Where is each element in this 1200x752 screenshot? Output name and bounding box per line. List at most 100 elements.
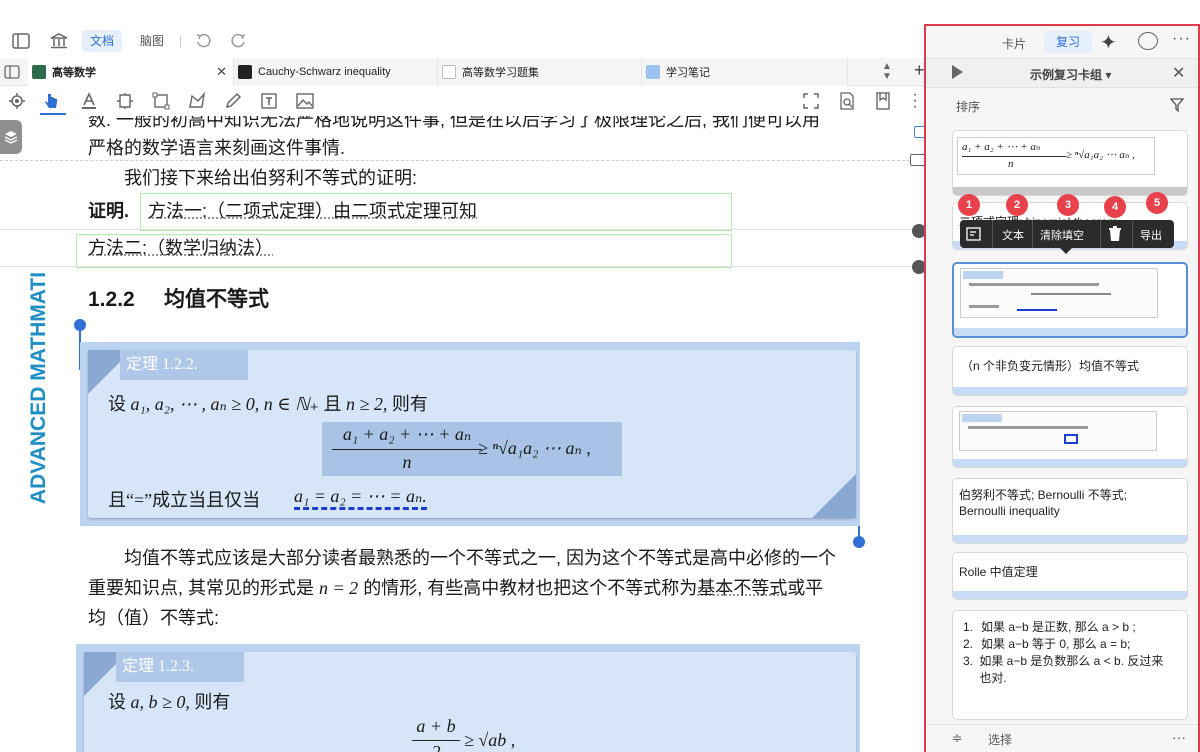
proof-label: 证明. (88, 201, 130, 221)
cloze-blank[interactable]: a₁ = a₂ = ⋯ = aₙ. (294, 486, 427, 510)
list-item: 1. 如果 a−b 是正数, 那么 a > b ; (963, 620, 1136, 634)
callout-badge: 3 (1057, 194, 1079, 216)
sort-label[interactable]: 排序 (956, 98, 980, 115)
paragraph-line: 重要知识点, 其常见的形式是 n = 2 的情形, 有些高中教材也把这个不等式称… (88, 578, 824, 598)
tab-exercises[interactable]: 高等数学习题集 (438, 58, 642, 86)
method-one-text: 方法一:（二项式定理）由二项式定理可知 (148, 201, 477, 221)
notebook-icon (646, 65, 660, 79)
pen-icon[interactable] (222, 90, 244, 112)
theorem-label: 定理 1.2.3. (116, 652, 244, 682)
edit-card-icon[interactable] (966, 226, 984, 242)
more-options-icon[interactable]: ··· (1172, 30, 1191, 48)
tab-card[interactable]: 卡片 (1002, 35, 1026, 52)
formula-numerator: a + b (416, 716, 456, 736)
text-highlight-icon[interactable] (78, 90, 100, 112)
tab-label: 学习笔记 (666, 67, 710, 79)
formula-rhs: ≥ ⁿ√a₁a₂ ⋯ aₙ , (478, 438, 591, 458)
review-card[interactable]: 1. 如果 a−b 是正数, 那么 a > b ; 2. 如果 a−b 等于 0, … (952, 610, 1188, 720)
divider (180, 36, 181, 48)
fullscreen-icon[interactable] (800, 90, 822, 112)
tab-cauchy-schwarz[interactable]: Cauchy-Schwarz inequality (234, 58, 438, 86)
document-icon (442, 65, 456, 79)
close-panel-icon[interactable]: ✕ (1172, 63, 1185, 83)
review-card[interactable] (952, 406, 1188, 468)
fraction-bar (332, 449, 482, 450)
select-button[interactable]: 选择 (988, 731, 1012, 748)
popup-pointer (1060, 248, 1072, 254)
tab-document[interactable]: 文档 (82, 30, 123, 52)
tab-scroll-icon[interactable]: ▲ ▼ (882, 62, 892, 82)
paragraph-line: 均（值）不等式: (88, 608, 220, 628)
select-all-icon[interactable]: ≑ (952, 731, 962, 745)
document-tab-strip: 高等数学 ✕ Cauchy-Schwarz inequality 高等数学习题集… (0, 58, 930, 86)
page-divider (0, 266, 912, 267)
web-help-icon[interactable] (1138, 32, 1158, 50)
review-panel: 卡片 复习 ✦ ··· 示例复习卡组 ▾ ✕ 排序 a₁ + a₂ + ⋯ + … (924, 24, 1200, 752)
redo-icon[interactable] (228, 30, 250, 52)
formula-numerator: a₁ + a₂ + ⋯ + aₙ (342, 424, 472, 444)
review-card[interactable]: （n 个非负变元情形）均值不等式 (952, 346, 1188, 396)
more-vertical-icon[interactable]: · · · (908, 87, 922, 115)
split-view-icon[interactable] (4, 64, 20, 80)
rectangle-icon[interactable] (150, 90, 172, 112)
paragraph-line: 均值不等式应该是大部分读者最熟悉的一个不等式之一, 因为这个不等式是高中必修的一… (124, 548, 836, 568)
paragraph-line: 我们接下来给出伯努利不等式的证明: (124, 168, 417, 188)
review-card[interactable]: 伯努利不等式; Bernoulli 不等式; Bernoulli inequal… (952, 478, 1188, 544)
document-viewer[interactable]: 数. 一般的初高中知识无法严格地说明这件事, 但是在以后学习了极限理论之后, 我… (0, 116, 912, 752)
theorem-text: 设 a₁, a₂, ⋯ , aₙ ≥ 0, n ∈ ℕ₊ 且 n ≥ 2, 则有 (108, 394, 428, 414)
review-card[interactable]: a₁ + a₂ + ⋯ + aₙ n ≥ ⁿ√a₁a₂ ⋯ aₙ , (952, 130, 1188, 196)
callout-badge: 5 (1146, 192, 1168, 214)
panel-footer: ≑ 选择 ··· (926, 724, 1198, 752)
bookmark-icon[interactable] (872, 90, 894, 112)
tab-label: 高等数学习题集 (462, 67, 539, 79)
callout-badge: 1 (958, 194, 980, 216)
review-card[interactable]: Rolle 中值定理 (952, 552, 1188, 600)
sidebar-toggle-icon[interactable] (10, 30, 32, 52)
ai-sparkle-icon[interactable]: ✦ (1100, 30, 1117, 55)
clear-cloze-button[interactable]: 清除填空 (1040, 227, 1084, 243)
card-formula-image: a₁ + a₂ + ⋯ + aₙ n ≥ ⁿ√a₁a₂ ⋯ aₙ , (957, 137, 1155, 175)
tab-label: 高等数学 (52, 67, 96, 79)
hand-pointer-icon[interactable] (40, 90, 62, 112)
footer-more-icon[interactable]: ··· (1172, 729, 1186, 745)
annotation-toolbar: · · · (0, 86, 930, 116)
image-icon[interactable] (294, 90, 316, 112)
close-tab-icon[interactable]: ✕ (216, 64, 227, 80)
search-document-icon[interactable] (836, 90, 858, 112)
delete-trash-icon[interactable] (1108, 226, 1122, 242)
formula-denominator: 2 (431, 742, 441, 752)
export-button[interactable]: 导出 (1140, 227, 1162, 243)
book-icon (32, 65, 46, 79)
polygon-icon[interactable] (186, 90, 208, 112)
undo-icon[interactable] (192, 30, 214, 52)
section-title: 均值不等式 (164, 288, 269, 311)
card-list: 1. 如果 a−b 是正数, 那么 a > b ; 2. 如果 a−b 等于 0, … (963, 619, 1171, 687)
theorem-label: 定理 1.2.2. (120, 350, 248, 380)
active-tool-indicator (40, 113, 66, 115)
tab-notes[interactable]: 学习笔记 (642, 58, 848, 86)
corner-decoration (812, 474, 856, 518)
textbox-icon[interactable] (258, 90, 280, 112)
add-tab-icon[interactable]: + (914, 60, 925, 81)
card-thumbnail (959, 411, 1157, 451)
play-icon[interactable] (952, 65, 963, 79)
text-button[interactable]: 文本 (1002, 227, 1024, 243)
card-action-popup: 文本 清除填空 导出 (960, 220, 1174, 254)
settings-gear-icon[interactable] (6, 90, 28, 112)
area-select-icon[interactable] (114, 90, 136, 112)
tab-mindmap[interactable]: 脑图 (132, 30, 172, 52)
deck-title[interactable]: 示例复习卡组 ▾ (1030, 66, 1111, 83)
library-icon[interactable] (48, 30, 70, 52)
list-item: 2. 如果 a−b 等于 0, 那么 a = b; (963, 637, 1131, 651)
link-basic-inequality[interactable]: 基本不等式 (697, 578, 787, 598)
vertical-book-title: ADVANCED MATHMATI (27, 271, 50, 505)
tab-review[interactable]: 复习 (1044, 31, 1092, 53)
tab-advanced-math[interactable]: 高等数学 ✕ (28, 58, 234, 86)
theorem-box[interactable]: 定理 1.2.3. 设 a, b ≥ 0, 则有 a + b 2 ≥ √ab , (76, 644, 860, 752)
theorem-box-selected[interactable]: 定理 1.2.2. 设 a₁, a₂, ⋯ , aₙ ≥ 0, n ∈ ℕ₊ 且… (80, 342, 860, 526)
page-divider (0, 160, 912, 161)
formula-denominator: n (402, 452, 412, 472)
fraction-bar (412, 740, 460, 741)
review-card-selected[interactable] (952, 262, 1188, 338)
filter-icon[interactable] (1170, 98, 1184, 112)
